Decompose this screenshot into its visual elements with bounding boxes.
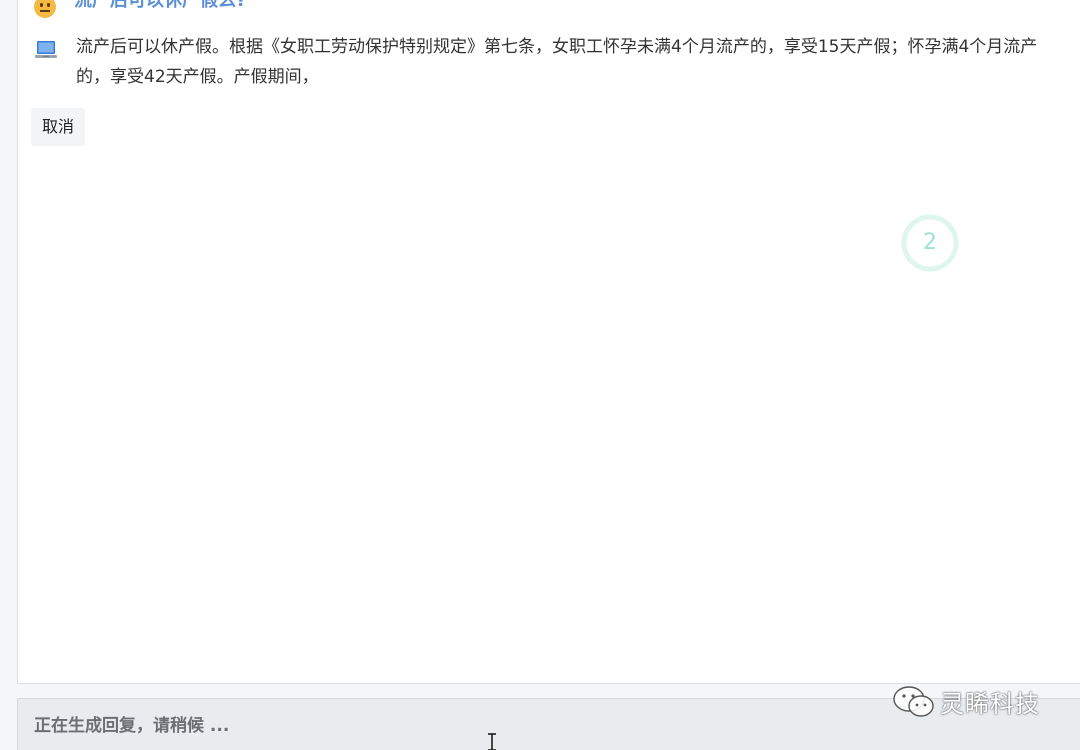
progress-indicator: 2 [900,213,960,273]
user-question-text: 流产后可以休产假么? [74,0,247,11]
laptop-icon [35,41,57,58]
text-cursor-icon [488,733,496,750]
wechat-icon [893,685,934,717]
bot-answer-text: 流产后可以休产假。根据《女职工劳动保护特别规定》第七条，女职工怀孕未满4个月流产… [76,37,1038,87]
chat-page: 流产后可以休产假么? 流产后可以休产假。根据《女职工劳动保护特别规定》第七条，女… [0,0,1080,750]
watermark: 灵睎科技 [892,684,1040,719]
user-message: 流产后可以休产假么? [34,0,246,18]
watermark-text: 灵睎科技 [940,690,1040,718]
slightly-frowning-face-icon [34,0,56,18]
status-text: 正在生成回复，请稍候 ... [34,716,230,736]
cancel-button[interactable]: 取消 [31,108,86,146]
progress-step-number: 2 [923,230,937,255]
bot-message: 流产后可以休产假。根据《女职工劳动保护特别规定》第七条，女职工怀孕未满4个月流产… [34,36,1064,92]
chat-panel: 流产后可以休产假么? 流产后可以休产假。根据《女职工劳动保护特别规定》第七条，女… [17,0,1080,684]
